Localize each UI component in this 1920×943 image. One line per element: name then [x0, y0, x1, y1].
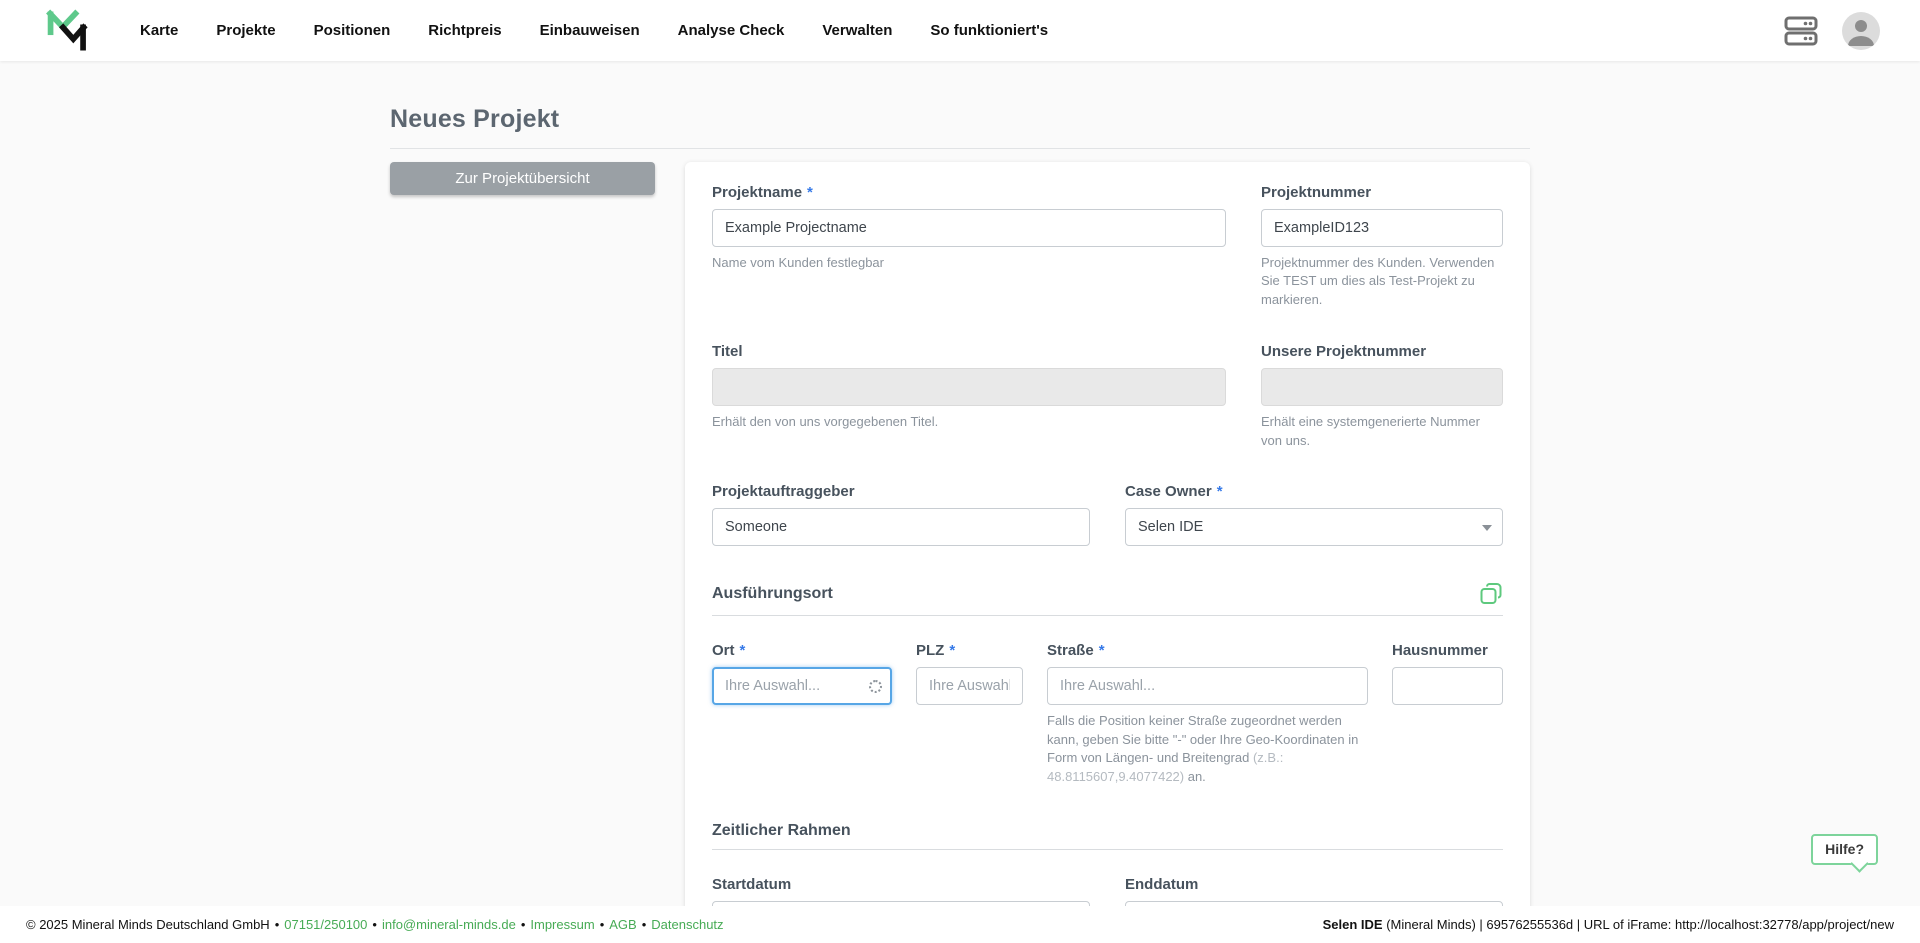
nav-karte[interactable]: Karte	[140, 22, 178, 39]
footer-link-phone[interactable]: 07151/250100	[284, 917, 367, 932]
projektnummer-input[interactable]	[1261, 209, 1503, 247]
field-projektname: Projektname * Name vom Kunden festlegbar	[712, 184, 1226, 309]
titel-input	[712, 368, 1226, 407]
header-actions	[1784, 11, 1880, 50]
footer-copyright: © 2025 Mineral Minds Deutschland GmbH	[26, 917, 270, 932]
footer-link-datenschutz[interactable]: Datenschutz	[651, 917, 723, 932]
field-strasse: Straße * Falls die Position keiner Straß…	[1047, 642, 1368, 786]
titel-label: Titel	[712, 343, 743, 361]
titel-hint: Erhält den von uns vorgegebenen Titel.	[712, 414, 939, 430]
case-owner-value: Selen IDE	[1138, 519, 1204, 536]
field-unsere-projektnummer: Unsere Projektnummer Erhält eine systemg…	[1261, 343, 1503, 450]
unsere-projektnummer-input	[1261, 368, 1503, 407]
left-column: Zur Projektübersicht	[390, 162, 655, 195]
nav-einbauweisen[interactable]: Einbauweisen	[540, 22, 640, 39]
section-divider	[712, 849, 1503, 851]
projektauftraggeber-label: Projektauftraggeber	[712, 483, 855, 501]
nav-analyse-check[interactable]: Analyse Check	[678, 22, 785, 39]
startdatum-label: Startdatum	[712, 876, 792, 894]
project-form-card: Projektname * Name vom Kunden festlegbar…	[685, 162, 1530, 943]
nav-so-funktionierts[interactable]: So funktioniert's	[930, 22, 1048, 39]
copy-icon[interactable]	[1479, 582, 1503, 606]
user-avatar[interactable]	[1842, 11, 1880, 50]
help-button[interactable]: Hilfe?	[1811, 834, 1878, 865]
nav-richtpreis[interactable]: Richtpreis	[428, 22, 501, 39]
unsere-projektnummer-label: Unsere Projektnummer	[1261, 343, 1427, 361]
field-ort: Ort *	[712, 642, 892, 786]
footer-link-email[interactable]: info@mineral-minds.de	[382, 917, 516, 932]
hausnummer-input[interactable]	[1392, 667, 1503, 706]
footer-separator: •	[520, 917, 526, 932]
projektnummer-label: Projektnummer	[1261, 184, 1372, 201]
footer-session-info: Selen IDE (Mineral Minds) | 69576255536d…	[1322, 917, 1894, 932]
projektname-hint: Name vom Kunden festlegbar	[712, 255, 884, 270]
enddatum-label: Enddatum	[1125, 876, 1199, 894]
title-divider	[390, 148, 1530, 149]
strasse-hint: Falls die Position keiner Straße zugeord…	[1047, 713, 1359, 784]
strasse-label: Straße	[1047, 642, 1094, 660]
main-nav: Karte Projekte Positionen Richtpreis Ein…	[140, 22, 1048, 39]
field-titel: Titel Erhält den von uns vorgegebenen Ti…	[712, 343, 1226, 450]
footer-separator: •	[641, 917, 647, 932]
strasse-input[interactable]	[1047, 667, 1368, 706]
projektname-input[interactable]	[712, 209, 1226, 247]
nav-verwalten[interactable]: Verwalten	[822, 22, 892, 39]
required-asterisk: *	[1098, 642, 1105, 660]
plz-input[interactable]	[916, 667, 1023, 706]
server-icon[interactable]	[1784, 15, 1818, 47]
required-asterisk: *	[739, 642, 746, 660]
page-title: Neues Projekt	[390, 105, 560, 133]
hausnummer-label: Hausnummer	[1392, 642, 1488, 660]
unsere-projektnummer-hint: Erhält eine systemgenerierte Nummer von …	[1261, 414, 1480, 448]
required-asterisk: *	[807, 184, 813, 201]
nav-projekte[interactable]: Projekte	[216, 22, 275, 39]
field-plz: PLZ *	[916, 642, 1023, 786]
required-asterisk: *	[1216, 483, 1223, 501]
plz-label: PLZ	[916, 642, 945, 660]
nav-positionen[interactable]: Positionen	[314, 22, 391, 39]
field-projektnummer: Projektnummer Projektnummer des Kunden. …	[1261, 184, 1503, 309]
mineral-minds-logo[interactable]	[40, 5, 92, 57]
projektname-label: Projektname	[712, 184, 803, 201]
footer: © 2025 Mineral Minds Deutschland GmbH • …	[0, 906, 1920, 943]
section-ausfuehrungsort: Ausführungsort	[712, 585, 833, 603]
main-content: Neues Projekt Zur Projektübersicht Proje…	[390, 61, 1530, 943]
field-hausnummer: Hausnummer	[1392, 642, 1503, 786]
footer-link-agb[interactable]: AGB	[609, 917, 636, 932]
footer-separator: •	[372, 917, 377, 932]
required-asterisk: *	[949, 642, 956, 660]
section-zeitlicher-rahmen: Zeitlicher Rahmen	[712, 822, 851, 840]
ort-input[interactable]	[712, 667, 892, 706]
footer-separator: •	[274, 917, 280, 932]
projektauftraggeber-input[interactable]	[712, 508, 1090, 547]
projektnummer-hint: Projektnummer des Kunden. Verwenden Sie …	[1261, 255, 1495, 307]
chevron-down-icon	[1482, 525, 1492, 532]
case-owner-label: Case Owner	[1125, 483, 1212, 501]
footer-link-impressum[interactable]: Impressum	[530, 917, 594, 932]
footer-separator: •	[599, 917, 605, 932]
field-projektauftraggeber: Projektauftraggeber	[712, 483, 1090, 547]
ort-label: Ort	[712, 642, 735, 660]
user-icon	[1848, 19, 1874, 46]
section-divider	[712, 615, 1503, 617]
field-case-owner: Case Owner * Selen IDE	[1125, 483, 1503, 547]
case-owner-select[interactable]: Selen IDE	[1125, 508, 1503, 547]
back-to-projects-button[interactable]: Zur Projektübersicht	[390, 162, 655, 195]
app-header: Karte Projekte Positionen Richtpreis Ein…	[0, 0, 1920, 61]
